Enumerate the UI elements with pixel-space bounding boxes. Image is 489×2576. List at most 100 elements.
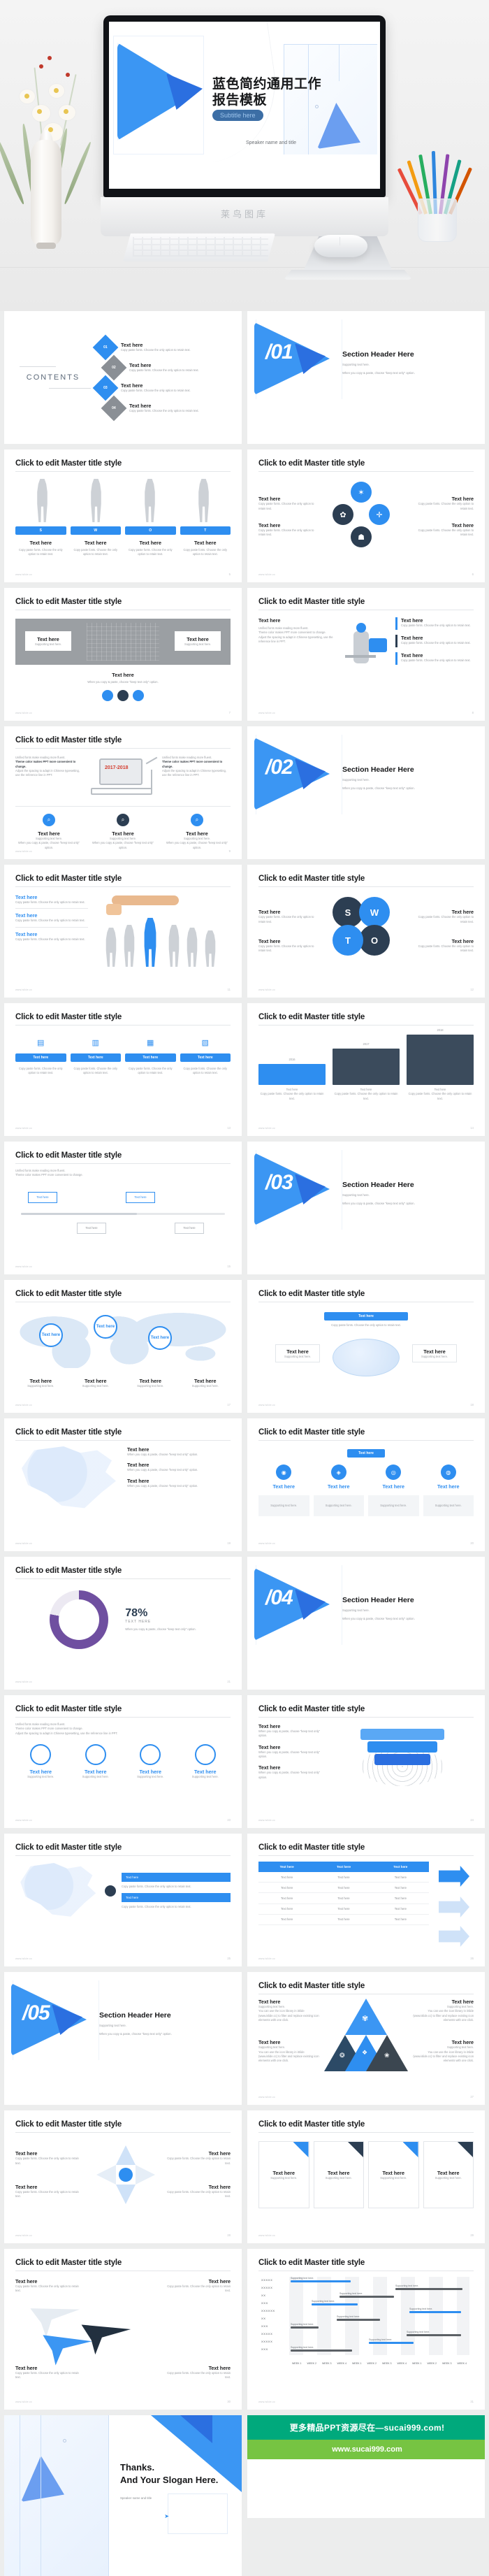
- swot-bar: T: [180, 526, 231, 535]
- slide-footer-url: www.islide.cc: [258, 1957, 275, 1960]
- toc-item[interactable]: 01 Text here Copy paste fonts. Choose th…: [92, 334, 231, 360]
- section-title: Section Header Here: [342, 765, 414, 774]
- table-row: Text here Text here Text here: [258, 1914, 429, 1925]
- slide-footer-url: www.islide.cc: [15, 1819, 32, 1822]
- kpi-title: Text here: [29, 540, 52, 546]
- aperture-icon: ❂: [340, 2052, 345, 2059]
- kpi-desc: Copy paste fonts. Choose the only option…: [183, 548, 228, 556]
- lead-title: Text here: [258, 617, 281, 624]
- map-bubble: Text here: [39, 1323, 63, 1347]
- slide-number-cards[interactable]: Click to edit Master title style Text he…: [247, 1418, 485, 1551]
- slide-title: Click to edit Master title style: [15, 1428, 122, 1437]
- slide-table[interactable]: Click to edit Master title style Text he…: [247, 1834, 485, 1966]
- slide-row: /05 Section Header Here Supporting text …: [4, 1972, 485, 2105]
- slide-page-number: 5: [228, 573, 231, 576]
- section-subtitle: Supporting text here.: [99, 2024, 126, 2027]
- person-silhouette: [198, 479, 209, 522]
- decor-triangle-icon: [21, 2456, 64, 2502]
- section-subtitle: Supporting text here.: [342, 363, 370, 366]
- slide-swot-bars[interactable]: Click to edit Master title style S W O T…: [4, 449, 242, 582]
- slide-contents[interactable]: CONTENTS 01 Text here Copy paste fonts. …: [4, 311, 242, 444]
- slide-page-number: 31: [470, 2400, 474, 2403]
- china-map: [15, 1446, 120, 1511]
- promo-url[interactable]: www.sucai999.com: [247, 2440, 485, 2459]
- step-icon: ▥: [92, 1038, 99, 1047]
- plus-icon: ✛: [369, 504, 390, 525]
- slide-section-01[interactable]: /01 Section Header Here Supporting text …: [247, 311, 485, 444]
- slide-desk-illustration[interactable]: Click to edit Master title style Unified…: [4, 726, 242, 859]
- slide-section-02[interactable]: /02 Section Header Here Supporting text …: [247, 726, 485, 859]
- cluster-desc: Copy paste fonts. Choose the only option…: [258, 528, 314, 537]
- top-label: Text here: [347, 1449, 385, 1458]
- slide-row: ➤ Thanks. And Your Slogan Here. Speaker n…: [4, 2415, 485, 2576]
- slide-footer-url: www.islide.cc: [15, 988, 32, 991]
- gantt-chart: XXXXX XXXXX XX XXX XXXXXX XX XXX XXXXX X…: [258, 2277, 474, 2365]
- slide-title: Click to edit Master title style: [258, 1428, 365, 1437]
- slide-page-number: 28: [227, 2233, 231, 2237]
- list-label: Text here: [15, 912, 38, 919]
- cluster-desc: Copy paste fonts. Choose the only option…: [418, 502, 474, 510]
- kpi-title: Text here: [139, 540, 161, 546]
- slide-swot-circles[interactable]: Click to edit Master title style Text he…: [247, 865, 485, 998]
- slide-thanks[interactable]: ➤ Thanks. And Your Slogan Here. Speaker n…: [4, 2415, 242, 2576]
- card-icon: ◍: [440, 1465, 456, 1480]
- swot-circle-o: O: [359, 925, 390, 956]
- slide-quad-diagram[interactable]: Click to edit Master title style Text he…: [4, 2110, 242, 2243]
- slide-target-funnel[interactable]: Click to edit Master title style Text he…: [247, 1695, 485, 1828]
- slide-footer-url: www.islide.cc: [258, 573, 275, 576]
- quad-diagram: [80, 2141, 166, 2208]
- slide-footer-url: www.islide.cc: [15, 1265, 32, 1268]
- slide-footer-url: www.islide.cc: [258, 1127, 275, 1130]
- slide-bar-chart[interactable]: Click to edit Master title style 2016 Te…: [247, 1003, 485, 1136]
- slide-process-steps[interactable]: Click to edit Master title style ▤ ▥ ▦ ▧…: [4, 1003, 242, 1136]
- toc-item[interactable]: 04 Text here Copy paste fonts. Choose th…: [96, 395, 231, 421]
- slide-title: Click to edit Master title style: [15, 736, 122, 744]
- slide-roadmap[interactable]: Click to edit Master title style Unified…: [4, 1142, 242, 1274]
- slide-icon-cluster[interactable]: Click to edit Master title style Text he…: [247, 449, 485, 582]
- slide-page-number: 15: [227, 1265, 231, 1268]
- monitor-screen: 蓝色简约通用工作 报告模板 Subtitle here Speaker name…: [109, 22, 380, 189]
- slide-globe-band[interactable]: Click to edit Master title style Text he…: [247, 1280, 485, 1413]
- section-art: /03: [254, 1153, 338, 1225]
- table-header: Text here: [372, 1862, 429, 1872]
- toc-item[interactable]: 03 Text here Copy paste fonts. Choose th…: [92, 375, 231, 401]
- slide-footer-url: www.islide.cc: [15, 2234, 32, 2237]
- search-icon: ⌕: [43, 814, 55, 826]
- star-icon: ✶: [351, 482, 372, 503]
- cluster-desc: Copy paste fonts. Choose the only option…: [418, 528, 474, 537]
- slide-row: Click to edit Master title style Text he…: [4, 2110, 485, 2243]
- slide-section-05[interactable]: /05 Section Header Here Supporting text …: [4, 1972, 242, 2105]
- slide-title: Click to edit Master title style: [258, 459, 365, 468]
- table-row: Text here Text here Text here: [258, 1882, 429, 1894]
- corner-card: Text here Supporting text here.: [313, 2141, 364, 2208]
- slide-donut[interactable]: Click to edit Master title style 78% TEX…: [4, 1557, 242, 1690]
- slide-circle-process[interactable]: Click to edit Master title style Unified…: [4, 1695, 242, 1828]
- toc-item-title: Text here: [121, 382, 143, 389]
- slide-pyramid[interactable]: Click to edit Master title style Text he…: [247, 1972, 485, 2105]
- slide-section-03[interactable]: /03 Section Header Here Supporting text …: [247, 1142, 485, 1274]
- slide-corner-cards[interactable]: Click to edit Master title style Text he…: [247, 2110, 485, 2243]
- slide-gantt[interactable]: Click to edit Master title style XXXXX X…: [247, 2249, 485, 2410]
- slide-row: CONTENTS 01 Text here Copy paste fonts. …: [4, 311, 485, 444]
- section-note: When you copy & paste, choose "keep text…: [342, 786, 415, 791]
- slide-footer-url: www.islide.cc: [15, 1127, 32, 1130]
- step-label: Text here: [125, 1053, 176, 1062]
- slide-image-band[interactable]: Click to edit Master title style Text he…: [4, 588, 242, 721]
- slide-footer-url: www.islide.cc: [15, 712, 32, 714]
- slide-china-map[interactable]: Click to edit Master title style Text he…: [4, 1418, 242, 1551]
- slide-mindmap[interactable]: Click to edit Master title style Text he…: [4, 1834, 242, 1966]
- slide-paper-planes[interactable]: Click to edit Master title style Text he…: [4, 2249, 242, 2410]
- toc-item[interactable]: 02 Text here Copy paste fonts. Choose th…: [96, 354, 231, 380]
- donut-percent: 78%: [125, 1607, 148, 1620]
- section-number: /03: [265, 1171, 293, 1194]
- china-map: [15, 1863, 99, 1919]
- slide-person-illustration[interactable]: Click to edit Master title style Text he…: [247, 588, 485, 721]
- slide-footer-url: www.islide.cc: [15, 1957, 32, 1960]
- slide-page-number: 8: [472, 711, 474, 714]
- slide-section-04[interactable]: /04 Section Header Here Supporting text …: [247, 1557, 485, 1690]
- slide-row: Click to edit Master title style ▤ ▥ ▦ ▧…: [4, 1003, 485, 1136]
- slide-world-bubbles[interactable]: Click to edit Master title style Text he…: [4, 1280, 242, 1413]
- section-subtitle: Supporting text here.: [342, 1609, 370, 1612]
- slide-title: Click to edit Master title style: [258, 1705, 365, 1713]
- slide-crowd[interactable]: Click to edit Master title style Text he…: [4, 865, 242, 998]
